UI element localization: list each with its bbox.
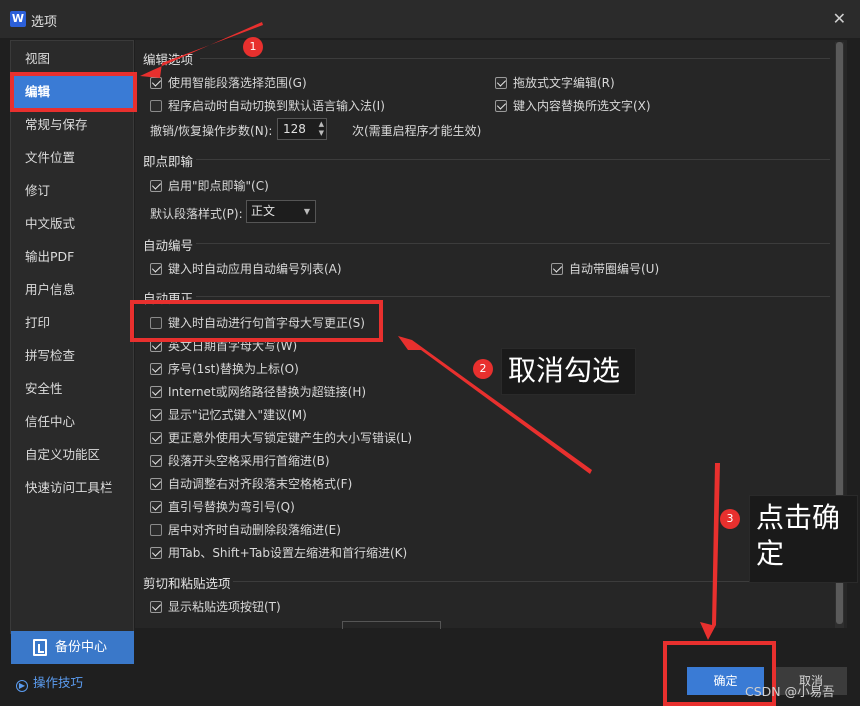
watermark: CSDN @小易吾	[745, 684, 835, 699]
arrow-3	[700, 463, 720, 640]
callout-click-ok: 点击确定	[749, 495, 858, 583]
annotation-arrows	[140, 22, 720, 640]
step-badge-2: 2	[473, 359, 493, 379]
callout-uncheck: 取消勾选	[501, 348, 636, 395]
step-badge-1: 1	[243, 37, 263, 57]
step-badge-3: 3	[720, 509, 740, 529]
